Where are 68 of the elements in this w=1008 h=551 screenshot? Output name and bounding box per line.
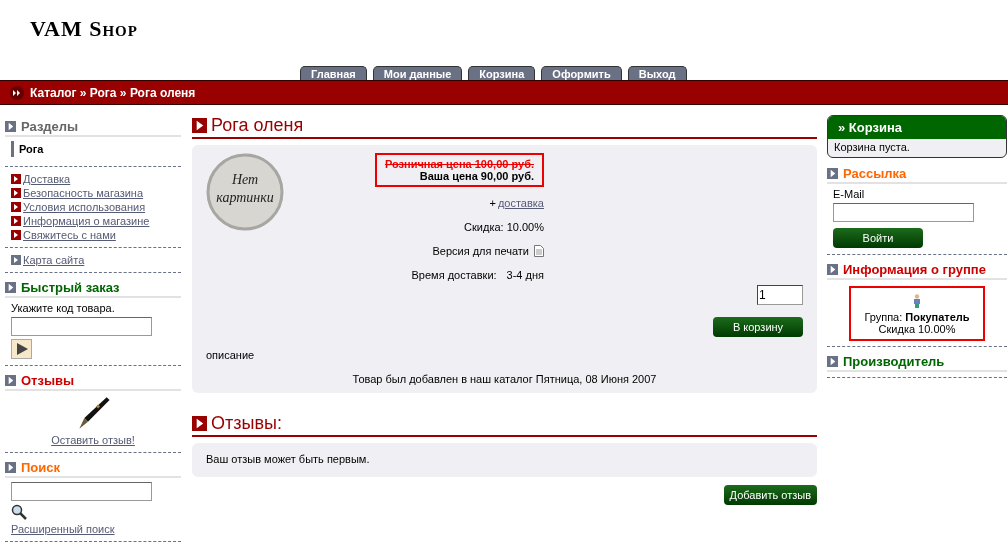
search-icon[interactable] [11, 504, 27, 520]
person-icon [912, 294, 922, 308]
arrow-icon [11, 216, 21, 226]
add-review-button[interactable]: Добавить отзыв [723, 485, 817, 505]
search-field[interactable] [11, 482, 152, 501]
section-title: Быстрый заказ [21, 280, 120, 295]
cart-title: » Корзина [838, 120, 903, 135]
nav-tab[interactable]: Главная [300, 66, 367, 80]
login-button[interactable]: Войти [833, 228, 923, 248]
section-title: Отзывы [21, 373, 75, 388]
go-button[interactable] [11, 339, 32, 359]
play-icon [14, 342, 29, 356]
group-text: Группа: Покупатель [864, 311, 970, 323]
delivery-value: 3-4 дня [506, 269, 544, 281]
info-link[interactable]: Свяжитесь с нами [23, 228, 116, 242]
section-title: Разделы [21, 119, 79, 134]
info-link[interactable]: Информация о магазине [23, 214, 150, 228]
arrow-icon [827, 168, 838, 179]
nav-tab[interactable]: Выход [627, 66, 687, 80]
description-text: описание [206, 349, 256, 361]
breadcrumb: Каталог » Рога » Рога оленя [30, 85, 196, 100]
add-to-cart-button[interactable]: В корзину [713, 317, 803, 337]
field-label: Укажите код товара. [11, 302, 115, 314]
old-price: Розничная цена 100,00 руб. [384, 158, 534, 170]
date-added-text: Товар был добавлен в наш каталог Пятница, 08 Июня 2007 [352, 373, 657, 385]
arrow-icon [11, 188, 21, 198]
product-title: Рога оленя [211, 115, 304, 136]
section-title: Поиск [21, 460, 60, 475]
section-title: Рассылка [843, 166, 907, 181]
arrow-icon [5, 462, 16, 473]
sitemap-link[interactable]: Карта сайта [23, 253, 85, 267]
nav-tab[interactable]: Мои данные [372, 66, 463, 80]
quantity-field[interactable]: 1 [757, 285, 803, 305]
arrow-icon [5, 282, 16, 293]
reviews-title: Отзывы: [211, 413, 282, 434]
nav-tab[interactable]: Корзина [468, 66, 536, 80]
shipping-link[interactable]: доставка [497, 197, 544, 209]
logo: VAM Shop [30, 16, 138, 42]
arrow-icon [827, 356, 838, 367]
discount-text: Скидка: 10.00% [464, 221, 544, 233]
price: Ваша цена 90,00 руб. [419, 170, 534, 182]
nav-tab[interactable]: Оформить [541, 66, 622, 80]
arrow-icon [11, 174, 21, 184]
info-link[interactable]: Безопасность магазина [23, 186, 144, 200]
section-title: Информация о группе [843, 262, 986, 277]
email-field[interactable] [833, 203, 974, 222]
document-icon[interactable] [534, 245, 544, 257]
info-link[interactable]: Условия использования [23, 200, 146, 214]
arrow-icon [5, 121, 16, 132]
info-link[interactable]: Доставка [23, 172, 71, 186]
product-code-field[interactable] [11, 317, 152, 336]
cart-empty-text: Корзина пуста. [833, 140, 911, 155]
write-review-link[interactable]: Оставить отзыв! [51, 434, 135, 446]
delivery-label: Время доставки: [411, 269, 497, 281]
arrow-icon [11, 255, 21, 265]
advanced-search-link[interactable]: Расширенный поиск [11, 523, 115, 535]
section-title: Производитель [843, 354, 945, 369]
shipping-prefix: + [489, 197, 496, 209]
group-discount: Скидка 10.00% [878, 323, 956, 335]
arrow-icon [5, 375, 16, 386]
field-label: E-Mail [833, 188, 865, 200]
arrow-icon [11, 230, 21, 240]
no-image-text: Нет картинки [215, 171, 275, 207]
arrow-icon [827, 264, 838, 275]
print-version-link[interactable]: Версия для печати [432, 245, 529, 257]
empty-reviews-text: Ваш отзыв может быть первым. [206, 453, 371, 465]
arrow-icon [11, 202, 21, 212]
category-item[interactable]: Рога [11, 141, 44, 157]
